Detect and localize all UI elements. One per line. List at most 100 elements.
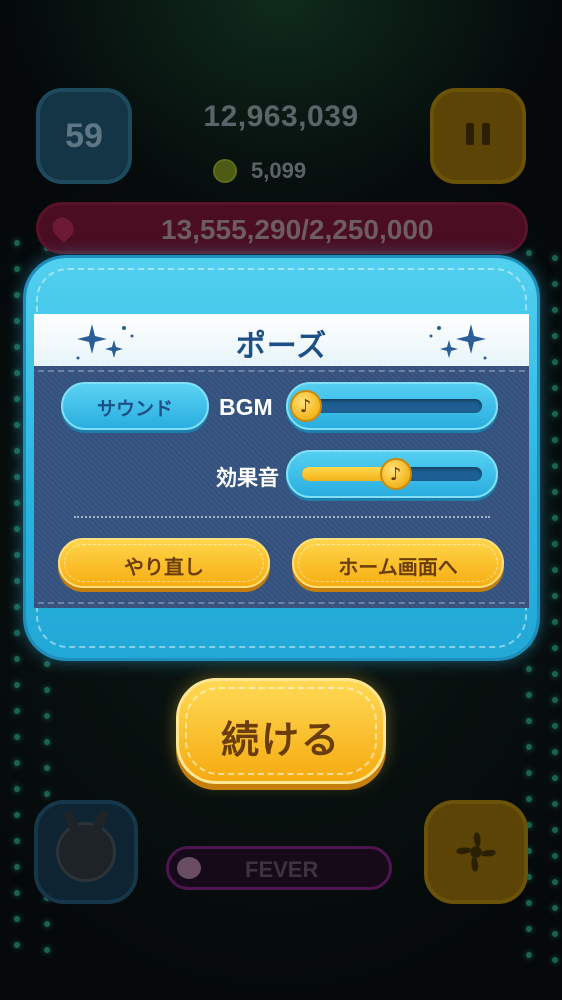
light-dot xyxy=(14,422,20,428)
continue-button[interactable]: 続ける xyxy=(176,678,386,784)
light-dot xyxy=(14,578,20,584)
light-dot xyxy=(552,957,558,963)
light-dot xyxy=(14,864,20,870)
light-dot xyxy=(14,708,20,714)
light-dot xyxy=(552,411,558,417)
light-dot xyxy=(14,786,20,792)
sound-button[interactable]: サウンド xyxy=(61,382,209,430)
light-dot xyxy=(14,942,20,948)
light-dot xyxy=(14,344,20,350)
location-pin-icon xyxy=(48,213,78,243)
light-dot xyxy=(552,931,558,937)
light-dot xyxy=(14,370,20,376)
light-dot xyxy=(14,396,20,402)
light-dot xyxy=(526,796,532,802)
light-dot xyxy=(14,838,20,844)
light-dot xyxy=(526,250,532,256)
light-dot xyxy=(526,744,532,750)
pause-icon xyxy=(462,123,494,149)
light-dot xyxy=(552,359,558,365)
light-dot xyxy=(552,385,558,391)
light-dot xyxy=(552,879,558,885)
music-note-icon[interactable]: ♪ xyxy=(289,390,322,422)
light-dot xyxy=(552,281,558,287)
light-dot xyxy=(14,266,20,272)
light-dot xyxy=(552,697,558,703)
light-dot xyxy=(552,567,558,573)
home-screen-button[interactable]: ホーム画面へ xyxy=(292,538,504,588)
light-dot xyxy=(526,718,532,724)
bgm-slider-track: ♪ xyxy=(289,390,482,422)
character-avatar xyxy=(56,822,116,882)
light-dot xyxy=(552,515,558,521)
light-dot xyxy=(14,760,20,766)
light-dot xyxy=(44,791,50,797)
fever-label: FEVER xyxy=(245,857,319,882)
pause-dialog: ポーズ サウンド BGM ♪ 効果音 ♪ やり直し ホーム画面へ xyxy=(26,258,537,658)
light-dot xyxy=(552,541,558,547)
mission-progress: 13,555,290/2,250,000 xyxy=(161,214,434,245)
light-dot xyxy=(14,604,20,610)
skill-button xyxy=(34,800,138,904)
light-dot xyxy=(552,853,558,859)
light-dot xyxy=(526,900,532,906)
light-dot xyxy=(552,801,558,807)
light-dot xyxy=(552,905,558,911)
sound-effects-slider-track: ♪ xyxy=(302,458,482,490)
light-dot xyxy=(552,255,558,261)
light-dot xyxy=(526,952,532,958)
music-note-icon[interactable]: ♪ xyxy=(379,458,412,490)
light-dot xyxy=(14,890,20,896)
light-dot xyxy=(14,500,20,506)
light-dot xyxy=(552,437,558,443)
light-dot xyxy=(14,656,20,662)
light-dot xyxy=(14,682,20,688)
light-dot xyxy=(14,812,20,818)
light-dot xyxy=(14,240,20,246)
retry-button[interactable]: やり直し xyxy=(58,538,270,588)
light-dot xyxy=(44,765,50,771)
light-dot xyxy=(14,526,20,532)
home-screen-button-label: ホーム画面へ xyxy=(338,555,458,579)
light-dot xyxy=(552,827,558,833)
coin-counter: 5,099 xyxy=(213,156,363,186)
mission-bar: 13,555,290/2,250,000 xyxy=(36,202,528,254)
light-dot xyxy=(552,307,558,313)
pause-button xyxy=(430,88,526,184)
light-dot xyxy=(44,687,50,693)
light-dot xyxy=(552,723,558,729)
sound-effects-label: 効果音 xyxy=(216,466,279,490)
light-dot xyxy=(44,713,50,719)
sound-button-label: サウンド xyxy=(96,398,173,420)
light-dot xyxy=(44,921,50,927)
light-dot xyxy=(14,448,20,454)
light-dot xyxy=(552,671,558,677)
sparkle-icon xyxy=(429,324,487,360)
fever-gauge: FEVER xyxy=(166,846,392,890)
sound-effects-slider[interactable]: ♪ xyxy=(286,450,498,498)
continue-button-label: 続ける xyxy=(220,718,341,762)
item-button xyxy=(424,800,528,904)
light-dot xyxy=(14,474,20,480)
light-dot xyxy=(14,916,20,922)
coin-icon xyxy=(213,159,237,183)
light-dot xyxy=(44,947,50,953)
fan-icon xyxy=(456,832,496,872)
light-dot xyxy=(552,593,558,599)
light-dot xyxy=(14,630,20,636)
light-dot xyxy=(14,318,20,324)
light-dot xyxy=(14,552,20,558)
light-dot xyxy=(44,661,50,667)
light-dot xyxy=(14,734,20,740)
light-dot xyxy=(552,463,558,469)
light-dot xyxy=(552,333,558,339)
light-dot xyxy=(552,619,558,625)
light-dot xyxy=(526,692,532,698)
bgm-slider[interactable]: ♪ xyxy=(286,382,498,430)
light-dot xyxy=(526,666,532,672)
light-dot xyxy=(14,292,20,298)
light-dot xyxy=(552,489,558,495)
coin-count: 5,099 xyxy=(251,158,307,183)
retry-button-label: やり直し xyxy=(124,555,204,579)
light-dot xyxy=(526,926,532,932)
